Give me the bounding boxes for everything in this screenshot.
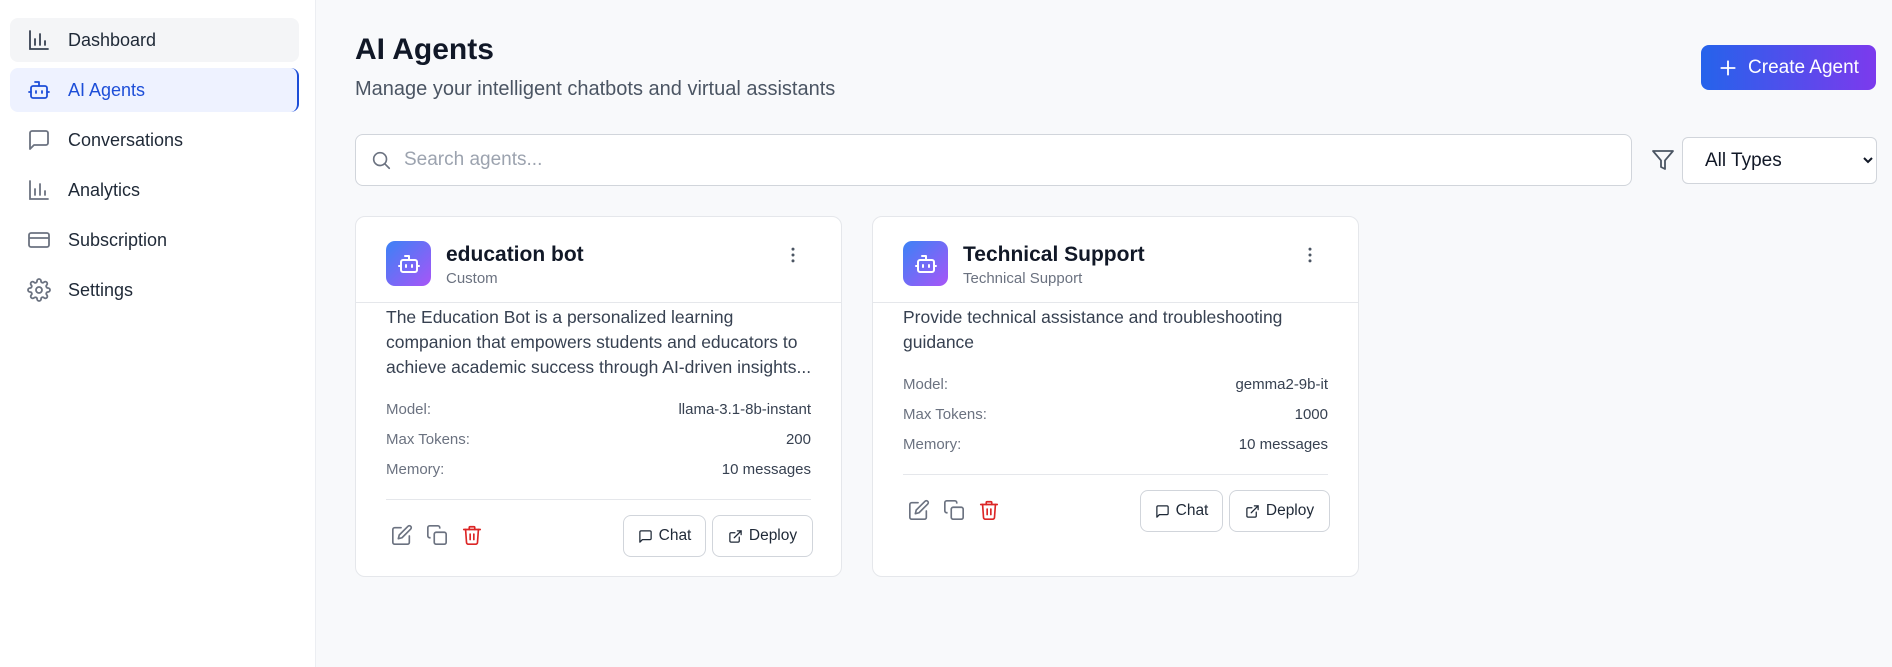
filter-icon[interactable]: [1651, 148, 1675, 172]
meta-value: 10 messages: [1238, 436, 1328, 453]
meta-label: Memory:: [386, 461, 445, 478]
meta-label: Model:: [386, 401, 432, 418]
edit-icon[interactable]: [391, 524, 413, 546]
agent-card: Technical Support Technical Support Prov…: [872, 216, 1359, 577]
type-filter-select[interactable]: All Types: [1682, 137, 1877, 184]
meta-value: llama-3.1-8b-instant: [678, 401, 811, 418]
agent-card: education bot Custom The Education Bot i…: [355, 216, 842, 577]
sidebar-item-ai-agents[interactable]: AI Agents: [10, 68, 299, 112]
credit-card-icon: [26, 227, 52, 253]
sidebar-item-label: Dashboard: [68, 29, 157, 50]
sidebar-item-settings[interactable]: Settings: [10, 268, 299, 312]
meta-label: Model:: [903, 376, 949, 393]
meta-label: Max Tokens:: [903, 406, 987, 423]
agent-avatar: [386, 241, 431, 286]
agent-name: education bot: [446, 243, 584, 266]
deploy-label: Deploy: [1265, 502, 1315, 519]
meta-label: Memory:: [903, 436, 962, 453]
sidebar-item-subscription[interactable]: Subscription: [10, 218, 299, 262]
meta-row-memory: Memory: 10 messages: [386, 461, 811, 478]
sidebar-item-analytics[interactable]: Analytics: [10, 168, 299, 212]
meta-row-model: Model: llama-3.1-8b-instant: [386, 401, 811, 418]
search-box: [355, 134, 1632, 186]
sidebar-item-label: Settings: [68, 279, 134, 300]
meta-row-model: Model: gemma2-9b-it: [903, 376, 1328, 393]
sidebar-item-dashboard[interactable]: Dashboard: [10, 18, 299, 62]
bar-chart-icon: [26, 27, 52, 53]
bot-icon: [26, 77, 52, 103]
trash-icon[interactable]: [978, 499, 1000, 521]
gear-icon: [26, 277, 52, 303]
agent-avatar: [903, 241, 948, 286]
chat-label: Chat: [658, 527, 692, 544]
create-agent-label: Create Agent: [1748, 56, 1859, 78]
meta-row-memory: Memory: 10 messages: [903, 436, 1328, 453]
chat-button[interactable]: Chat: [623, 515, 706, 557]
external-link-icon: [729, 529, 742, 543]
agent-type: Technical Support: [963, 270, 1083, 287]
meta-value: gemma2-9b-it: [1235, 376, 1328, 393]
more-vertical-icon[interactable]: [1300, 243, 1320, 267]
external-link-icon: [1246, 504, 1259, 518]
chat-bubble-icon: [1155, 504, 1169, 518]
bot-icon: [914, 254, 937, 273]
chat-bubble-icon: [638, 529, 652, 543]
chat-label: Chat: [1175, 502, 1209, 519]
divider: [386, 499, 811, 500]
search-icon: [372, 151, 391, 170]
copy-icon[interactable]: [426, 524, 448, 546]
sidebar-item-conversations[interactable]: Conversations: [10, 118, 299, 162]
agent-type: Custom: [446, 270, 498, 287]
agent-description: Provide technical assistance and trouble…: [903, 307, 1283, 352]
deploy-button[interactable]: Deploy: [712, 515, 813, 557]
plus-icon: [1720, 59, 1736, 76]
agent-card-header: Technical Support Technical Support: [873, 217, 1358, 303]
deploy-label: Deploy: [748, 527, 798, 544]
chat-bubble-icon: [26, 127, 52, 153]
deploy-button[interactable]: Deploy: [1229, 490, 1330, 532]
chat-button[interactable]: Chat: [1140, 490, 1223, 532]
agent-description: The Education Bot is a personalized lear…: [386, 307, 812, 377]
divider: [903, 474, 1328, 475]
meta-row-max-tokens: Max Tokens: 200: [386, 431, 811, 448]
sidebar-item-label: AI Agents: [68, 79, 146, 100]
page-title: AI Agents: [355, 33, 494, 66]
meta-row-max-tokens: Max Tokens: 1000: [903, 406, 1328, 423]
agent-name: Technical Support: [963, 243, 1145, 266]
edit-icon[interactable]: [908, 499, 930, 521]
sidebar-item-label: Analytics: [68, 179, 141, 200]
meta-value: 200: [785, 431, 811, 448]
sidebar: Dashboard AI Agents Conversations Analyt…: [0, 0, 316, 667]
agent-card-header: education bot Custom: [356, 217, 841, 303]
sidebar-item-label: Conversations: [68, 129, 184, 150]
copy-icon[interactable]: [943, 499, 965, 521]
search-input[interactable]: [404, 149, 1604, 171]
bot-icon: [397, 254, 420, 273]
more-vertical-icon[interactable]: [783, 243, 803, 267]
meta-value: 1000: [1294, 406, 1328, 423]
meta-label: Max Tokens:: [386, 431, 470, 448]
page-subtitle: Manage your intelligent chatbots and vir…: [355, 78, 836, 100]
trash-icon[interactable]: [461, 524, 483, 546]
meta-value: 10 messages: [721, 461, 811, 478]
bar-chart-icon: [26, 177, 52, 203]
sidebar-item-label: Subscription: [68, 229, 168, 250]
create-agent-button[interactable]: Create Agent: [1701, 45, 1876, 90]
